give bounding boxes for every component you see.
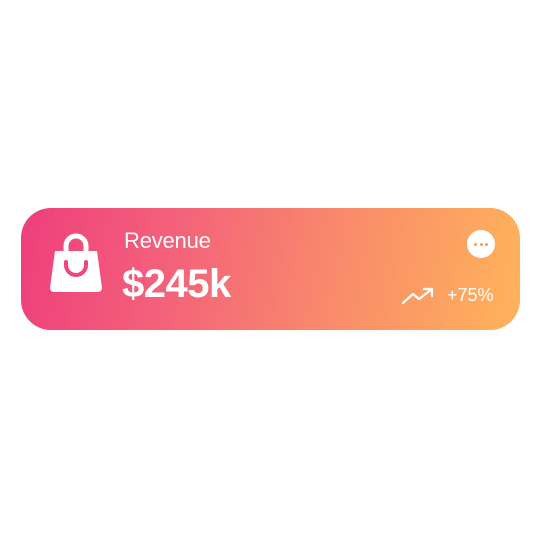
revenue-value: $245k: [122, 262, 231, 306]
card-title: Revenue: [124, 228, 211, 253]
trending-up-icon: [401, 287, 434, 305]
more-options-button[interactable]: [467, 230, 495, 258]
shopping-bag-icon: [50, 233, 102, 292]
revenue-card: Revenue $245k +75%: [21, 208, 520, 330]
more-dot: [474, 242, 477, 246]
more-dot: [485, 242, 488, 246]
canvas: Revenue $245k +75%: [0, 0, 540, 540]
more-dot: [479, 242, 483, 246]
trend-percentage: +75%: [447, 285, 494, 305]
